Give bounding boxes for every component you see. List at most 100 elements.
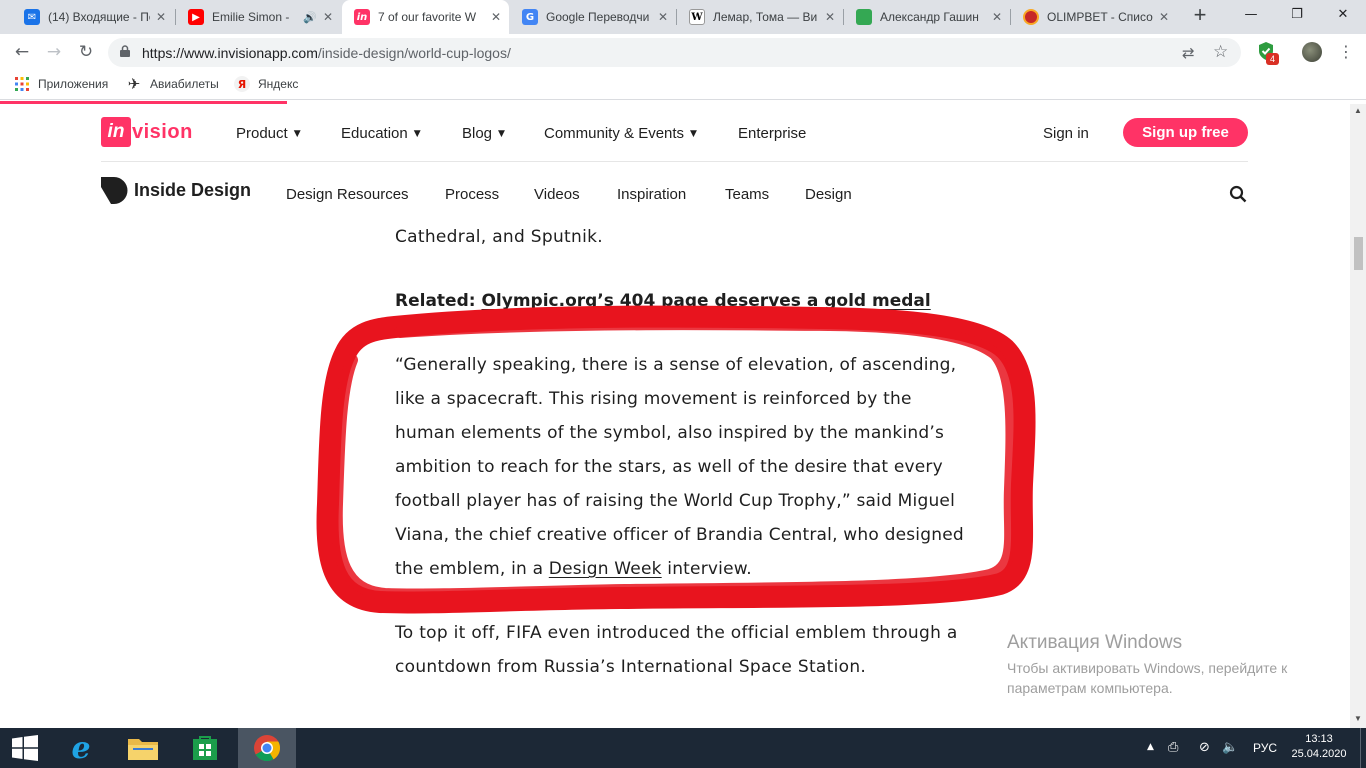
- quote-text: interview.: [661, 559, 752, 579]
- close-icon[interactable]: ✕: [491, 10, 501, 24]
- forward-button[interactable]: →: [42, 40, 66, 64]
- bookmark-label: Авиабилеты: [150, 77, 219, 91]
- olimpbet-icon: [1023, 9, 1039, 25]
- translate-icon[interactable]: ⇄: [1182, 44, 1195, 62]
- tab-sheets[interactable]: Александр Гашин ✕: [844, 0, 1010, 34]
- new-tab-button[interactable]: +: [1188, 4, 1212, 28]
- subnav-inspiration[interactable]: Inspiration: [617, 186, 686, 203]
- close-window-button[interactable]: ✕: [1320, 0, 1366, 28]
- tab-invision-active[interactable]: in 7 of our favorite W ✕: [342, 0, 509, 34]
- related-link[interactable]: Olympic.org’s 404 page deserves a gold m…: [481, 291, 930, 311]
- printer-icon[interactable]: ⎙: [1168, 740, 1178, 755]
- web-page: in vision Product ▼ Education ▼ Blog ▼ Comm…: [0, 104, 1350, 728]
- close-icon[interactable]: ✕: [1159, 10, 1169, 24]
- taskbar-store[interactable]: [177, 728, 233, 768]
- close-icon[interactable]: ✕: [825, 10, 835, 24]
- show-desktop-button[interactable]: [1360, 728, 1366, 768]
- signup-button[interactable]: Sign up free: [1123, 118, 1248, 147]
- start-button[interactable]: [0, 728, 50, 768]
- bookmark-yandex[interactable]: Я Яндекс: [234, 76, 298, 92]
- network-icon[interactable]: ⊘: [1199, 740, 1210, 755]
- tab-title: (14) Входящие - По: [48, 10, 150, 24]
- nav-label: Blog: [462, 125, 493, 142]
- subnav-videos[interactable]: Videos: [534, 186, 580, 203]
- url-path: /inside-design/world-cup-logos/: [317, 45, 511, 61]
- scrollbar-thumb[interactable]: [1354, 237, 1363, 270]
- signin-link[interactable]: Sign in: [1043, 125, 1089, 142]
- menu-kebab-icon[interactable]: ⋮: [1334, 40, 1358, 64]
- tab-olimpbet[interactable]: OLIMPBET - Списо ✕: [1011, 0, 1177, 34]
- mail-icon: ✉: [24, 9, 40, 25]
- clock-time: 13:13: [1305, 733, 1333, 745]
- quote-line: ambition to reach for the stars, as well…: [395, 457, 943, 477]
- browser-toolbar: ← → ↻ https://www.invisionapp.com/inside…: [0, 34, 1366, 70]
- inside-design-title: Inside Design: [134, 180, 252, 200]
- maximize-button[interactable]: ❐: [1274, 0, 1320, 28]
- close-icon[interactable]: ✕: [156, 10, 166, 24]
- quote-line: football player has of raising the World…: [395, 491, 956, 511]
- back-button[interactable]: ←: [10, 40, 34, 64]
- nav-education[interactable]: Education ▼: [341, 125, 421, 142]
- nav-label: Community & Events: [544, 125, 685, 142]
- close-icon[interactable]: ✕: [323, 10, 333, 24]
- scroll-up-arrow-icon[interactable]: ▲: [1354, 106, 1362, 115]
- tab-google-translate[interactable]: G Google Переводчи ✕: [510, 0, 676, 34]
- quote-line: human elements of the symbol, also inspi…: [395, 423, 945, 443]
- tab-strip: ✉ (14) Входящие - По ✕ ▶ Emilie Simon - …: [0, 0, 1366, 34]
- subnav-process[interactable]: Process: [445, 186, 499, 203]
- close-icon[interactable]: ✕: [658, 10, 668, 24]
- wikipedia-icon: W: [689, 9, 705, 25]
- url-text[interactable]: https://www.invisionapp.com/inside-desig…: [142, 45, 511, 61]
- volume-icon[interactable]: 🔈: [1222, 740, 1238, 755]
- divider: [101, 161, 1248, 162]
- lock-icon: [120, 45, 130, 57]
- bookmark-label: Яндекс: [258, 77, 299, 91]
- quote-line: “Generally speaking, there is a sense of…: [395, 355, 957, 375]
- reload-button[interactable]: ↻: [74, 40, 98, 64]
- nav-label: Enterprise: [738, 125, 807, 142]
- taskbar-file-explorer[interactable]: [115, 728, 171, 768]
- nav-product[interactable]: Product ▼: [236, 125, 301, 142]
- inside-design-logo[interactable]: Inside Design: [101, 177, 251, 204]
- subnav-design[interactable]: Design: [805, 186, 852, 203]
- tray-overflow-icon[interactable]: ▲: [1147, 742, 1154, 752]
- airplane-icon: ✈: [127, 76, 141, 93]
- close-icon[interactable]: ✕: [992, 10, 1002, 24]
- subnav-design-resources[interactable]: Design Resources: [286, 186, 409, 203]
- invision-logo-mark: in: [101, 117, 131, 147]
- taskbar-chrome[interactable]: [238, 728, 296, 768]
- vertical-scrollbar[interactable]: ▲ ▼: [1350, 104, 1366, 728]
- bookmark-star-icon[interactable]: ☆: [1213, 42, 1228, 62]
- system-clock[interactable]: 13:13 25.04.2020: [1290, 732, 1348, 762]
- nav-enterprise[interactable]: Enterprise: [738, 125, 806, 142]
- address-bar[interactable]: https://www.invisionapp.com/inside-desig…: [108, 38, 1241, 67]
- chevron-down-icon: ▼: [413, 128, 421, 139]
- bookmark-apps[interactable]: Приложения: [14, 76, 108, 92]
- invision-logo[interactable]: in vision: [101, 117, 193, 147]
- youtube-icon: ▶: [188, 9, 204, 25]
- taskbar-internet-explorer[interactable]: e: [53, 728, 109, 768]
- tab-youtube[interactable]: ▶ Emilie Simon - 🔊 ✕: [176, 0, 341, 34]
- nav-label: Product: [236, 125, 288, 142]
- google-translate-icon: G: [522, 9, 538, 25]
- bookmark-aviabilety[interactable]: ✈ Авиабилеты: [126, 76, 219, 93]
- language-indicator[interactable]: РУС: [1253, 741, 1277, 755]
- yandex-icon: Я: [234, 76, 250, 92]
- nav-community-events[interactable]: Community & Events ▼: [544, 125, 697, 142]
- search-icon[interactable]: [1229, 185, 1247, 203]
- audio-icon[interactable]: 🔊: [303, 11, 317, 24]
- avatar[interactable]: [1302, 42, 1322, 62]
- quote-line-last: the emblem, in a Design Week interview.: [395, 559, 752, 579]
- minimize-button[interactable]: —: [1228, 0, 1274, 28]
- bookmarks-bar: Приложения ✈ Авиабилеты Я Яндекс: [0, 70, 1366, 100]
- activation-watermark-text: Чтобы активировать Windows, перейдите к …: [1007, 658, 1287, 698]
- scroll-down-arrow-icon[interactable]: ▼: [1354, 714, 1362, 723]
- subnav-teams[interactable]: Teams: [725, 186, 769, 203]
- nav-label: Education: [341, 125, 408, 142]
- tab-wikipedia[interactable]: W Лемар, Тома — Ви ✕: [677, 0, 843, 34]
- tab-mail[interactable]: ✉ (14) Входящие - По ✕: [12, 0, 174, 34]
- tab-title: Emilie Simon -: [212, 10, 290, 24]
- nav-blog[interactable]: Blog ▼: [462, 125, 505, 142]
- folder-icon: [128, 739, 158, 760]
- design-week-link[interactable]: Design Week: [549, 559, 662, 579]
